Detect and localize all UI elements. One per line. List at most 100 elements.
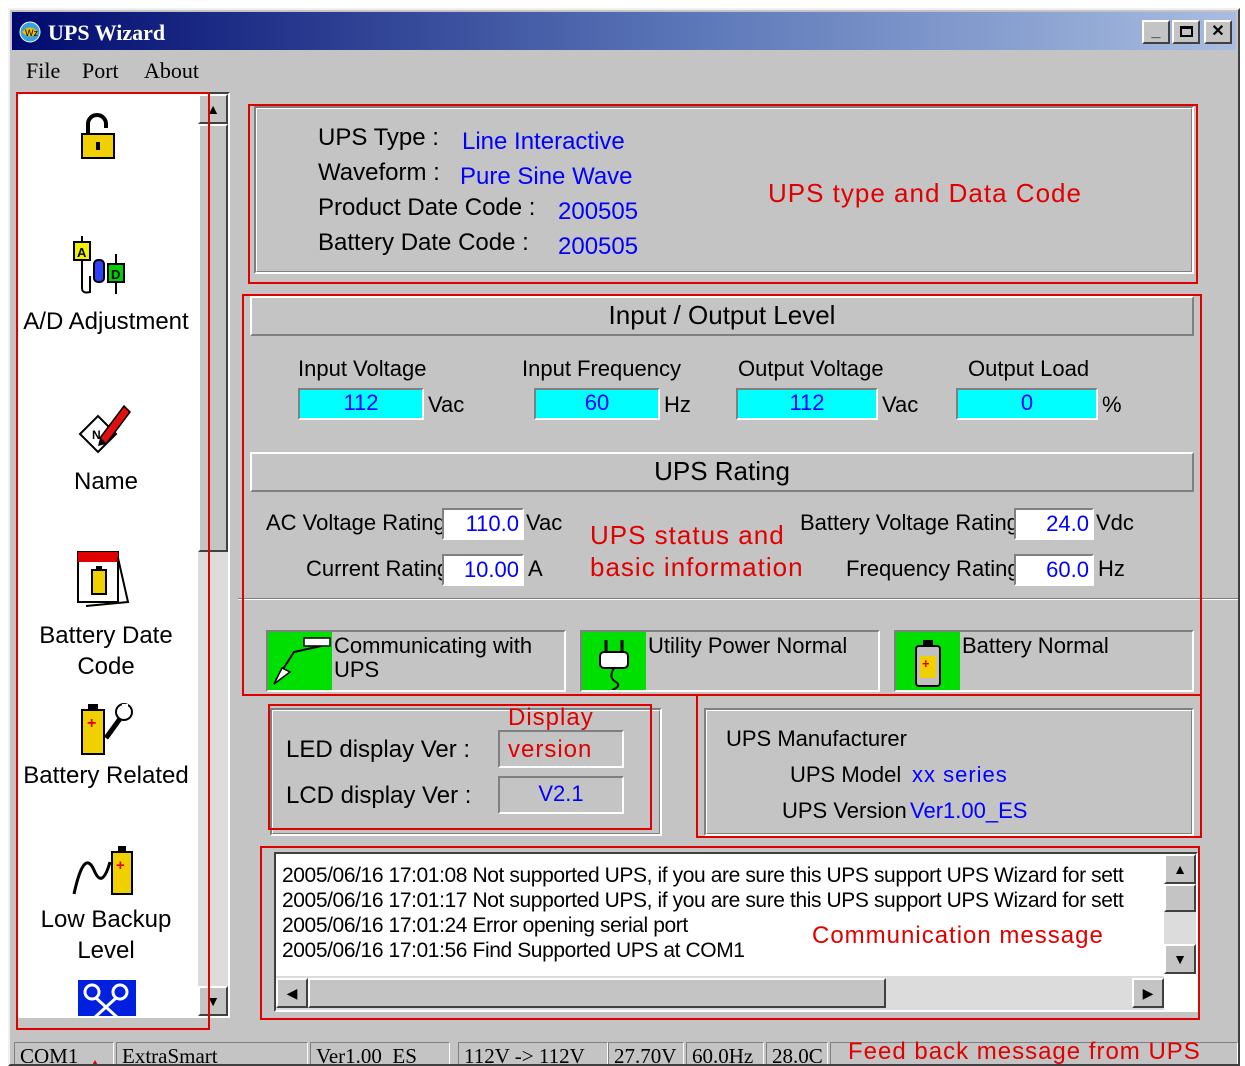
- menu-bar: File Port About: [12, 52, 1236, 88]
- lcd-display-field: V2.1: [498, 776, 624, 814]
- battery-date-value: 200505: [558, 233, 639, 260]
- ups-model-value: xx series: [912, 762, 1008, 787]
- menu-about[interactable]: About: [144, 58, 199, 84]
- battery-calendar-icon: [77, 551, 130, 607]
- statusbar-temperature: 28.0C: [766, 1042, 828, 1064]
- log-scroll-up-button[interactable]: ▲: [1164, 854, 1196, 884]
- product-date-label: Product Date Code :: [318, 194, 536, 221]
- ups-version-value: Ver1.00_ES: [910, 798, 1028, 823]
- annotation-type-label: UPS type and Data Code: [768, 178, 1082, 208]
- svg-text:+: +: [922, 656, 930, 671]
- tool-scissors[interactable]: [18, 980, 194, 1016]
- menu-file[interactable]: File: [26, 58, 60, 84]
- scroll-down-button[interactable]: ▼: [198, 986, 228, 1016]
- svg-text:N: N: [92, 428, 101, 442]
- tool-name[interactable]: N Name: [18, 402, 194, 512]
- ups-rating-header: UPS Rating: [250, 452, 1194, 492]
- scroll-thumb[interactable]: [198, 124, 228, 552]
- menu-port[interactable]: Port: [82, 58, 119, 84]
- padlock-open-icon: [81, 113, 115, 159]
- battery-date-label: Battery Date Code :: [318, 229, 529, 256]
- log-horizontal-scrollbar[interactable]: ◀ ▶: [276, 976, 1164, 1010]
- input-voltage-unit: Vac: [428, 392, 465, 417]
- output-load-unit: %: [1102, 392, 1122, 417]
- battery-wrench-icon: +: [81, 703, 133, 755]
- tool-battery-date-code[interactable]: Battery Date Code: [18, 546, 194, 686]
- waveform-label: Waveform :: [318, 159, 440, 186]
- io-level-header: Input / Output Level: [250, 296, 1194, 336]
- annotation-display-label-2: version: [508, 736, 593, 763]
- input-frequency-field: 60: [534, 388, 660, 420]
- minimize-icon: _: [1151, 23, 1161, 40]
- annotation-status-label-2: basic information: [590, 552, 804, 582]
- log-scroll-down-button[interactable]: ▼: [1164, 944, 1196, 974]
- scroll-up-button[interactable]: ▲: [198, 94, 228, 124]
- svg-text:+: +: [116, 857, 125, 874]
- log-line: 2005/06/16 17:01:56 Find Supported UPS a…: [282, 939, 745, 962]
- frequency-rating-unit: Hz: [1098, 556, 1125, 581]
- ad-adjustment-icon: A D: [73, 236, 125, 294]
- arrow-up-icon: ▲: [1173, 861, 1187, 877]
- log-vertical-scrollbar[interactable]: ▲ ▼: [1164, 854, 1196, 974]
- ups-type-value: Line Interactive: [462, 128, 625, 155]
- log-scroll-left-button[interactable]: ◀: [276, 978, 308, 1008]
- status-battery: + Battery Normal: [894, 630, 1194, 692]
- battery-low-curve-icon: +: [72, 846, 133, 895]
- arrow-right-icon: ▶: [1142, 985, 1154, 1001]
- annotation-feedback-label: Feed back message from UPS: [848, 1038, 1201, 1065]
- product-date-value: 200505: [558, 198, 639, 225]
- frequency-rating-field: 60.0: [1014, 554, 1094, 586]
- tool-ad-adjustment[interactable]: A D A/D Adjustment: [18, 236, 194, 386]
- arrow-up-icon: ▲: [206, 101, 220, 117]
- log-scroll-thumb[interactable]: [1164, 884, 1196, 912]
- statusbar-battery-voltage: 27.70V: [608, 1042, 684, 1064]
- log-line: 2005/06/16 17:01:24 Error opening serial…: [282, 914, 688, 937]
- input-frequency-label: Input Frequency: [522, 356, 681, 381]
- ac-voltage-rating-label: AC Voltage Rating: [266, 510, 446, 535]
- tool-list-scrollbar[interactable]: ▲ ▼: [198, 94, 228, 1016]
- battery-voltage-rating-label: Battery Voltage Rating: [800, 510, 1019, 535]
- ac-voltage-rating-field: 110.0: [442, 508, 524, 540]
- ups-version-label: UPS Version: [782, 798, 907, 823]
- tool-label: Battery Date Code: [39, 622, 173, 680]
- tool-battery-related[interactable]: + Battery Related: [18, 698, 194, 828]
- output-voltage-field: 112: [736, 388, 878, 420]
- power-plug-icon: [599, 640, 629, 691]
- input-voltage-label: Input Voltage: [298, 356, 427, 381]
- maximize-icon: [1179, 26, 1193, 37]
- minimize-button[interactable]: _: [1142, 20, 1170, 44]
- statusbar-frequency: 60.0Hz: [686, 1042, 764, 1064]
- status-utility-text: Utility Power Normal: [648, 633, 848, 658]
- log-hscroll-thumb[interactable]: [308, 978, 886, 1008]
- close-icon: ✕: [1211, 23, 1225, 40]
- name-tag-pen-icon: N: [78, 404, 131, 454]
- svg-text:D: D: [111, 267, 120, 282]
- window-title: UPS Wizard: [48, 20, 166, 45]
- input-voltage-field: 112: [298, 388, 424, 420]
- status-ok-indicator: [582, 632, 646, 691]
- tool-low-backup-level[interactable]: + Low Backup Level: [18, 842, 194, 972]
- annotation-status-label: UPS status and: [590, 520, 785, 550]
- frequency-rating-label: Frequency Rating: [846, 556, 1020, 581]
- status-battery-text: Battery Normal: [962, 633, 1109, 658]
- current-rating-unit: A: [528, 556, 543, 581]
- tool-label: Battery Related: [23, 762, 189, 789]
- annotation-display-label: Display: [508, 704, 594, 731]
- status-utility: Utility Power Normal: [580, 630, 880, 692]
- manufacturer-group: UPS Manufacturer UPS Model xx series UPS…: [704, 708, 1194, 836]
- title-bar[interactable]: Wz UPS Wizard _ ✕: [12, 12, 1236, 50]
- current-rating-field: 10.00: [442, 554, 524, 586]
- app-logo-icon: Wz: [19, 21, 41, 43]
- output-load-field: 0: [956, 388, 1098, 420]
- tool-lock[interactable]: [18, 112, 194, 162]
- current-rating-label: Current Rating: [306, 556, 450, 581]
- led-display-label: LED display Ver :: [286, 736, 471, 763]
- maximize-button[interactable]: [1172, 20, 1200, 44]
- ac-voltage-rating-unit: Vac: [526, 510, 563, 535]
- close-button[interactable]: ✕: [1204, 20, 1232, 44]
- battery-voltage-rating-unit: Vdc: [1096, 510, 1134, 535]
- output-voltage-label: Output Voltage: [738, 356, 884, 381]
- waveform-value: Pure Sine Wave: [460, 163, 633, 190]
- tool-label: Name: [73, 468, 139, 495]
- log-scroll-right-button[interactable]: ▶: [1132, 978, 1164, 1008]
